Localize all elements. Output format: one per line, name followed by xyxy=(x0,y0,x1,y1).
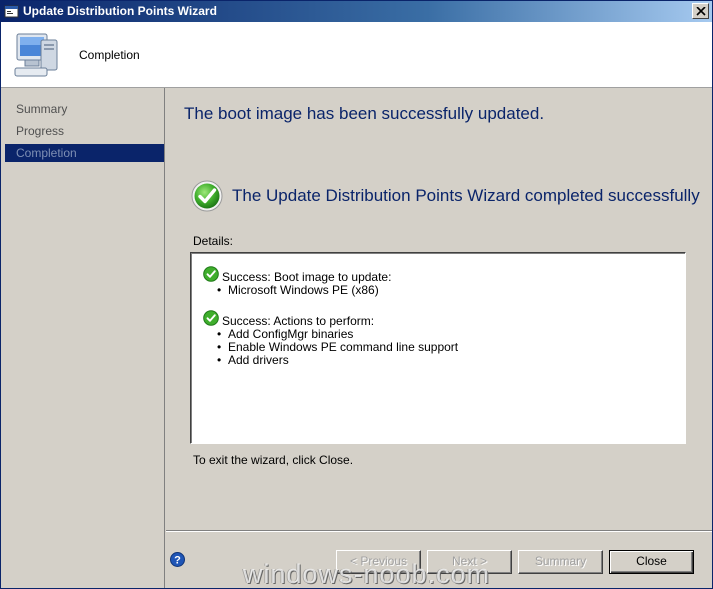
close-button[interactable]: Close xyxy=(609,550,694,574)
wizard-app-icon xyxy=(4,4,19,19)
close-window-button[interactable] xyxy=(692,3,709,19)
window-title: Update Distribution Points Wizard xyxy=(23,4,217,18)
watermark-text: windows-noob.com xyxy=(243,559,491,589)
success-check-icon xyxy=(203,266,219,282)
details-group-heading: Success: Actions to perform: xyxy=(222,314,375,328)
page-heading: The boot image has been successfully upd… xyxy=(184,104,545,123)
header-title: Completion xyxy=(79,48,140,62)
success-check-icon xyxy=(203,310,219,326)
wizard-content: The boot image has been successfully upd… xyxy=(166,88,712,528)
details-group-heading: Success: Boot image to update: xyxy=(222,270,392,284)
details-group: Success: Boot image to update: Microsoft… xyxy=(203,266,392,298)
details-group: Success: Actions to perform: Add ConfigM… xyxy=(203,310,458,368)
green-check-icon xyxy=(191,180,223,212)
computer-icon xyxy=(11,30,63,82)
details-bullet: Microsoft Windows PE (x86) xyxy=(217,284,391,298)
nav-divider xyxy=(164,88,165,588)
close-x-icon xyxy=(696,7,706,16)
details-label: Details: xyxy=(193,234,234,248)
wizard-window: Update Distribution Points Wizard Comple… xyxy=(0,0,713,589)
summary-button[interactable]: Summary xyxy=(518,550,603,574)
help-icon[interactable]: ? xyxy=(170,552,185,567)
nav-item-summary[interactable]: Summary xyxy=(5,100,164,118)
nav-item-completion[interactable]: Completion xyxy=(5,144,164,162)
success-heading: The Update Distribution Points Wizard co… xyxy=(232,186,700,205)
svg-text:?: ? xyxy=(174,554,181,566)
wizard-header: Completion xyxy=(1,22,712,88)
details-bullet: Add drivers xyxy=(217,354,458,368)
nav-item-progress[interactable]: Progress xyxy=(5,122,164,140)
wizard-navigation: Summary Progress Completion xyxy=(1,88,165,588)
exit-instructions: To exit the wizard, click Close. xyxy=(193,453,354,467)
footer-divider xyxy=(166,530,712,532)
details-box[interactable]: Success: Boot image to update: Microsoft… xyxy=(190,252,686,444)
title-bar: Update Distribution Points Wizard xyxy=(1,1,712,22)
